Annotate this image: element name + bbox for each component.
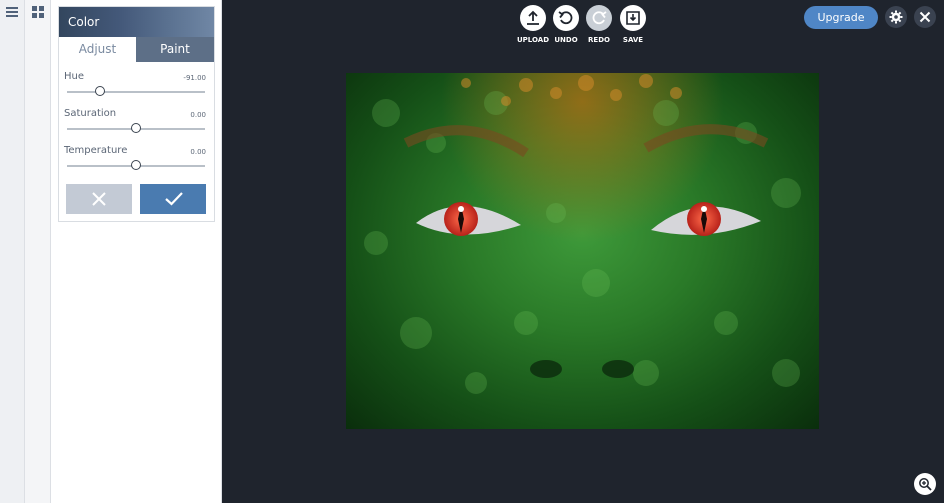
temperature-slider-track[interactable]	[67, 160, 205, 170]
save-label: SAVE	[622, 36, 644, 44]
hue-slider-thumb[interactable]	[94, 86, 105, 96]
secondary-rail	[25, 0, 51, 503]
hue-slider-track[interactable]	[67, 86, 205, 96]
confirm-check-icon	[165, 192, 183, 206]
tool-panel-area: Color Adjust Paint Hue -91.00 Saturation…	[51, 0, 222, 503]
undo-icon	[558, 11, 573, 25]
tab-paint[interactable]: Paint	[136, 37, 214, 62]
cancel-x-icon	[92, 192, 106, 206]
saturation-label: Saturation	[64, 108, 117, 119]
hue-value: -91.00	[183, 74, 206, 82]
zoom-in-button[interactable]	[914, 473, 936, 495]
upload-button[interactable]	[520, 5, 546, 31]
grid-icon[interactable]	[32, 6, 44, 18]
undo-button[interactable]	[553, 5, 579, 31]
hue-label: Hue	[64, 71, 85, 82]
temperature-slider-thumb[interactable]	[130, 160, 141, 170]
panel-header: Color	[59, 7, 214, 37]
save-icon	[626, 11, 640, 25]
save-button[interactable]	[620, 5, 646, 31]
redo-button[interactable]	[586, 5, 612, 31]
cancel-button[interactable]	[66, 184, 132, 214]
zoom-in-icon	[919, 478, 932, 491]
temperature-label: Temperature	[64, 145, 128, 156]
edited-image[interactable]	[346, 73, 819, 429]
left-rail	[0, 0, 25, 503]
face-photo	[364, 74, 801, 394]
upload-icon	[527, 10, 539, 25]
apply-button[interactable]	[140, 184, 206, 214]
settings-icon	[889, 10, 903, 24]
temperature-value: 0.00	[190, 148, 206, 156]
tab-adjust[interactable]: Adjust	[59, 37, 136, 62]
saturation-slider-track[interactable]	[67, 123, 205, 133]
color-panel: Color Adjust Paint Hue -91.00 Saturation…	[58, 6, 215, 222]
close-icon	[919, 11, 931, 23]
saturation-slider-thumb[interactable]	[130, 123, 141, 133]
close-button[interactable]	[914, 6, 936, 28]
menu-icon[interactable]	[6, 6, 18, 18]
settings-button[interactable]	[885, 6, 907, 28]
upgrade-button[interactable]: Upgrade	[804, 6, 878, 29]
redo-icon	[592, 11, 607, 25]
saturation-value: 0.00	[190, 111, 206, 119]
panel-title: Color	[68, 15, 100, 29]
